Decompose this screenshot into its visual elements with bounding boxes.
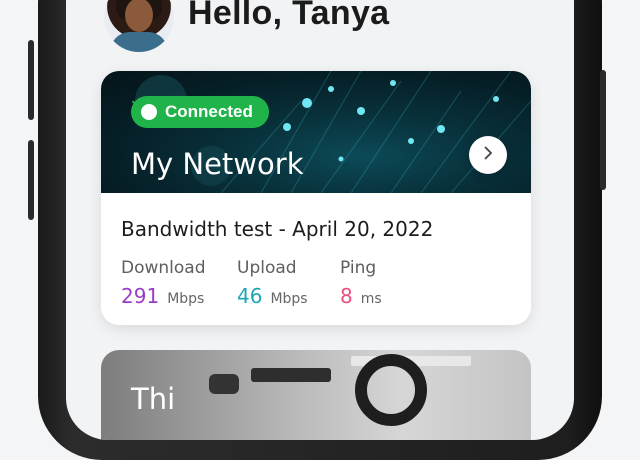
connected-status-badge: Connected [131, 96, 269, 128]
things-card[interactable]: Thi [101, 350, 531, 440]
connected-status-label: Connected [165, 102, 253, 121]
chevron-right-icon [482, 145, 494, 165]
ping-value: 8 [340, 284, 353, 308]
upload-unit: Mbps [270, 291, 308, 307]
download-value: 291 [121, 284, 160, 308]
bandwidth-test-title: Bandwidth test - April 20, 2022 [121, 217, 434, 241]
network-card[interactable]: Connected My Network Bandwidth test - Ap… [101, 71, 531, 325]
upload-value: 46 [237, 284, 263, 308]
phone-side-button [600, 70, 606, 190]
check-circle-icon [131, 97, 157, 120]
ping-metric: 8 ms [340, 284, 382, 308]
upload-label: Upload [237, 258, 297, 278]
ping-unit: ms [360, 291, 382, 307]
app-screen: Hello, Tanya Connected My Network Bandwi… [66, 0, 574, 440]
phone-side-button [28, 40, 34, 120]
avatar[interactable] [104, 0, 174, 52]
network-banner-image: Connected My Network [101, 71, 531, 193]
ping-label: Ping [340, 258, 377, 278]
download-label: Download [121, 258, 206, 278]
network-title: My Network [131, 147, 304, 181]
phone-side-button [28, 140, 34, 220]
upload-metric: 46 Mbps [237, 284, 308, 308]
download-metric: 291 Mbps [121, 284, 204, 308]
network-details-button[interactable] [469, 136, 507, 174]
download-unit: Mbps [167, 291, 205, 307]
greeting-title: Hello, Tanya [188, 0, 390, 32]
things-card-title: Thi [131, 382, 176, 416]
